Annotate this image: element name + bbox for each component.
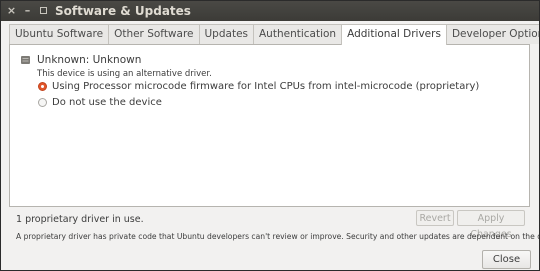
device-description: This device is using an alternative driv… [37, 69, 212, 79]
maximize-window-icon[interactable] [38, 5, 49, 16]
tab-developer-options[interactable]: Developer Options [445, 24, 539, 44]
driver-option-microcode[interactable]: Using Processor microcode firmware for I… [38, 79, 479, 93]
radio-unchecked-icon[interactable] [38, 97, 47, 107]
tab-updates[interactable]: Updates [198, 24, 254, 44]
chip-icon [21, 56, 30, 64]
radio-checked-icon[interactable] [38, 81, 47, 91]
proprietary-driver-note: A proprietary driver has private code th… [16, 232, 540, 241]
minimize-window-icon[interactable]: – [22, 5, 33, 16]
tab-additional-drivers[interactable]: Additional Drivers [341, 24, 447, 45]
title-bar: × – Software & Updates [1, 1, 539, 21]
driver-option-label: Do not use the device [52, 96, 162, 108]
tab-ubuntu-software[interactable]: Ubuntu Software [9, 24, 110, 44]
close-button[interactable]: Close [482, 250, 531, 269]
device-name: Unknown: Unknown [37, 54, 142, 66]
window-title: Software & Updates [55, 4, 191, 18]
driver-status-text: 1 proprietary driver in use. [16, 214, 144, 225]
tab-other-software[interactable]: Other Software [108, 24, 200, 44]
software-updates-window: × – Software & Updates Ubuntu Software O… [0, 0, 540, 271]
revert-button[interactable]: Revert [416, 210, 454, 226]
driver-option-label: Using Processor microcode firmware for I… [52, 80, 480, 92]
drivers-list-panel: Unknown: Unknown This device is using an… [9, 44, 530, 207]
close-window-icon[interactable]: × [6, 5, 17, 16]
tab-bar: Ubuntu Software Other Software Updates A… [9, 24, 539, 45]
driver-option-do-not-use[interactable]: Do not use the device [38, 95, 162, 109]
apply-changes-button[interactable]: Apply Changes [457, 210, 525, 240]
tab-authentication[interactable]: Authentication [253, 24, 343, 44]
